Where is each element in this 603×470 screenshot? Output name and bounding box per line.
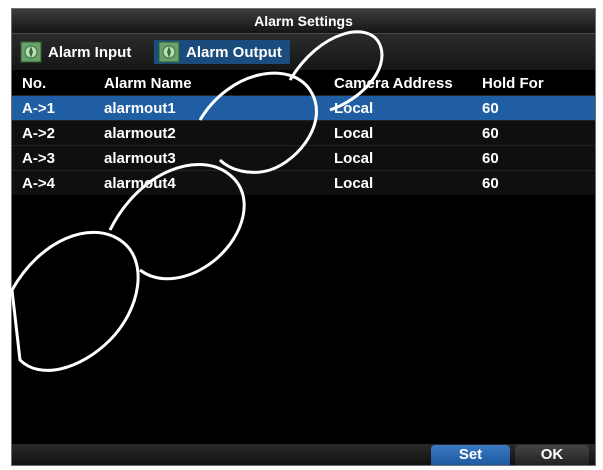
cell-camera-address: Local: [334, 100, 374, 117]
table-row[interactable]: A->4 alarmout4 Local 60: [12, 170, 595, 195]
table-row[interactable]: A->2 alarmout2 Local 60: [12, 120, 595, 145]
alarm-settings-dialog: Alarm Settings Alarm Input Alarm Output …: [11, 8, 596, 466]
window-title: Alarm Settings: [254, 13, 353, 29]
header-hold-for: Hold For: [482, 75, 544, 92]
cell-hold-for: 60: [482, 175, 499, 192]
tab-alarm-input[interactable]: Alarm Input: [16, 40, 131, 64]
alarm-output-icon: [158, 41, 180, 63]
cell-no: A->1: [22, 100, 55, 117]
cell-alarm-name: alarmout1: [104, 100, 176, 117]
footer-bar: Set OK: [12, 444, 595, 465]
header-no: No.: [22, 75, 47, 92]
title-bar: Alarm Settings: [12, 9, 595, 34]
tab-bar: Alarm Input Alarm Output: [12, 34, 595, 70]
cell-alarm-name: alarmout2: [104, 125, 176, 142]
tab-alarm-input-label: Alarm Input: [48, 43, 132, 61]
cell-alarm-name: alarmout3: [104, 150, 176, 167]
alarm-output-table: No. Alarm Name Camera Address Hold For A…: [12, 71, 595, 195]
table-header: No. Alarm Name Camera Address Hold For: [12, 71, 595, 95]
alarm-input-icon: [20, 41, 42, 63]
cell-hold-for: 60: [482, 125, 499, 142]
cell-camera-address: Local: [334, 150, 374, 167]
cell-no: A->4: [22, 175, 55, 192]
tab-alarm-output-label: Alarm Output: [186, 43, 282, 61]
cell-camera-address: Local: [334, 125, 374, 142]
table-row[interactable]: A->3 alarmout3 Local 60: [12, 145, 595, 170]
cell-hold-for: 60: [482, 150, 499, 167]
cell-no: A->2: [22, 125, 55, 142]
cell-camera-address: Local: [334, 175, 374, 192]
cell-no: A->3: [22, 150, 55, 167]
cell-hold-for: 60: [482, 100, 499, 117]
header-camera-address: Camera Address: [334, 75, 453, 92]
cell-alarm-name: alarmout4: [104, 175, 176, 192]
table-row[interactable]: A->1 alarmout1 Local 60: [12, 95, 595, 120]
ok-button[interactable]: OK: [515, 445, 589, 465]
tab-alarm-output[interactable]: Alarm Output: [154, 40, 290, 64]
header-alarm-name: Alarm Name: [104, 75, 192, 92]
set-button[interactable]: Set: [431, 445, 510, 465]
